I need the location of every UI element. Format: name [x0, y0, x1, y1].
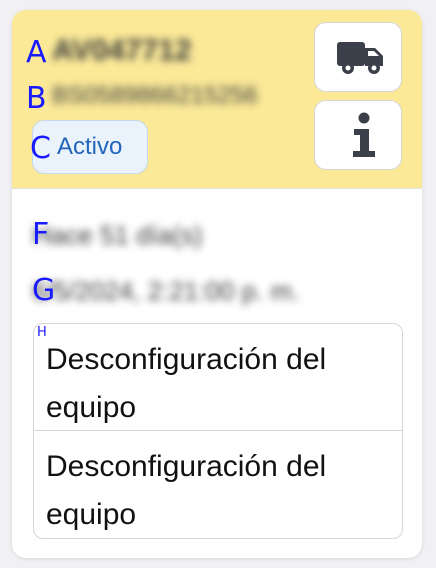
marker-b: B — [26, 81, 47, 116]
device-serial: BS0589866215256 — [52, 82, 258, 109]
marker-c: C — [30, 131, 51, 166]
list-item: Desconfiguración del equipo — [34, 324, 402, 430]
marker-a: A — [26, 35, 47, 70]
info-icon — [353, 112, 375, 157]
marker-g: G — [32, 273, 56, 308]
event-label: Desconfiguración del equipo — [46, 450, 327, 531]
list-item: Desconfiguración del equipo — [34, 431, 402, 537]
device-id: AV047712 — [52, 34, 192, 67]
header-divider — [12, 188, 422, 189]
datetime-text: 6/5/2024, 2:21:00 p. m. — [32, 276, 300, 306]
event-label: Desconfiguración del equipo — [46, 343, 327, 424]
marker-f: F — [32, 217, 50, 252]
events-list: H Desconfiguración del equipo Desconfigu… — [33, 323, 403, 539]
info-button[interactable] — [314, 100, 402, 170]
elapsed-text: Hace 51 día(s) — [32, 220, 203, 250]
delivery-button[interactable] — [314, 22, 402, 92]
truck-icon — [337, 42, 383, 74]
device-card: AV047712 BS0589866215256 Activo A B C D … — [12, 10, 422, 558]
